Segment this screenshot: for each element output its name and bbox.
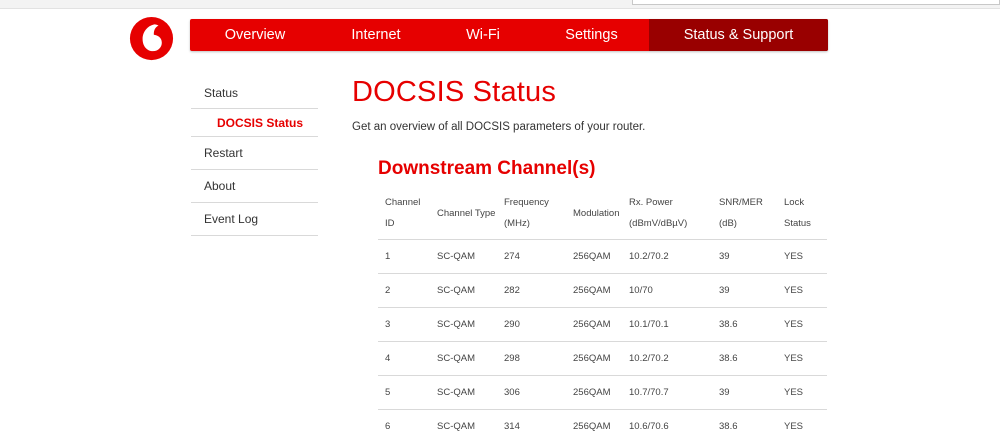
header-frequency: Frequency (MHz) — [504, 192, 549, 234]
cell-snr-mer: 38.6 — [719, 353, 738, 364]
cell-rx-power: 10.1/70.1 — [629, 319, 669, 330]
cell-channel-type: SC-QAM — [437, 421, 475, 432]
header-rx-power: Rx. Power (dBmV/dBµV) — [629, 192, 687, 234]
cell-rx-power: 10.7/70.7 — [629, 387, 669, 398]
sidebar-item-event-log[interactable]: Event Log — [191, 203, 318, 236]
header-line: SNR/MER — [719, 197, 763, 208]
browser-top-strip — [0, 0, 1000, 9]
cell-channel-type: SC-QAM — [437, 353, 475, 364]
table-row: 2 SC-QAM 282 256QAM 10/70 39 YES — [378, 274, 827, 308]
cell-modulation: 256QAM — [573, 285, 611, 296]
cell-channel-id: 3 — [385, 319, 391, 330]
sidebar-item-docsis-status[interactable]: DOCSIS Status — [191, 109, 318, 137]
cell-lock-status: YES — [784, 319, 804, 330]
vodafone-speechmark-icon[interactable] — [129, 16, 174, 61]
header-line: (dB) — [719, 218, 737, 229]
table-row: 4 SC-QAM 298 256QAM 10.2/70.2 38.6 YES — [378, 342, 827, 376]
sidebar-item-restart[interactable]: Restart — [191, 137, 318, 170]
table-row: 5 SC-QAM 306 256QAM 10.7/70.7 39 YES — [378, 376, 827, 410]
header-line: Modulation — [573, 208, 620, 219]
cell-frequency: 314 — [504, 421, 520, 432]
cell-modulation: 256QAM — [573, 319, 611, 330]
cell-channel-type: SC-QAM — [437, 387, 475, 398]
cell-modulation: 256QAM — [573, 387, 611, 398]
header-snr-mer: SNR/MER (dB) — [719, 192, 763, 234]
nav-settings[interactable]: Settings — [534, 19, 649, 51]
header-line: Lock — [784, 197, 805, 208]
cell-channel-id: 6 — [385, 421, 391, 432]
main-nav: Overview Internet Wi-Fi Settings Status … — [190, 19, 828, 51]
cell-frequency: 290 — [504, 319, 520, 330]
cell-frequency: 282 — [504, 285, 520, 296]
cell-frequency: 306 — [504, 387, 520, 398]
page-title: DOCSIS Status — [352, 76, 557, 108]
cell-lock-status: YES — [784, 353, 804, 364]
cell-rx-power: 10.2/70.2 — [629, 353, 669, 364]
table-row: 6 SC-QAM 314 256QAM 10.6/70.6 38.6 YES — [378, 410, 827, 436]
cell-snr-mer: 39 — [719, 251, 730, 262]
cell-channel-id: 5 — [385, 387, 391, 398]
sidebar-item-status[interactable]: Status — [191, 77, 318, 109]
cell-channel-type: SC-QAM — [437, 285, 475, 296]
downstream-table: Channel ID Channel Type Frequency (MHz) … — [378, 190, 827, 436]
cell-channel-id: 1 — [385, 251, 391, 262]
cell-snr-mer: 39 — [719, 387, 730, 398]
cell-channel-id: 4 — [385, 353, 391, 364]
header-line: Channel Type — [437, 208, 496, 219]
cell-lock-status: YES — [784, 251, 804, 262]
cell-lock-status: YES — [784, 421, 804, 432]
cell-rx-power: 10.6/70.6 — [629, 421, 669, 432]
header-line: Channel — [385, 197, 421, 208]
header-lock-status: Lock Status — [784, 192, 811, 234]
table-row: 3 SC-QAM 290 256QAM 10.1/70.1 38.6 YES — [378, 308, 827, 342]
header-line: Frequency — [504, 197, 549, 208]
cell-rx-power: 10.2/70.2 — [629, 251, 669, 262]
cell-channel-id: 2 — [385, 285, 391, 296]
nav-status-support[interactable]: Status & Support — [649, 19, 828, 51]
cell-modulation: 256QAM — [573, 353, 611, 364]
header-channel-type: Channel Type — [437, 203, 495, 224]
cell-lock-status: YES — [784, 285, 804, 296]
cell-modulation: 256QAM — [573, 251, 611, 262]
nav-wifi[interactable]: Wi-Fi — [432, 19, 534, 51]
cell-channel-type: SC-QAM — [437, 319, 475, 330]
cell-rx-power: 10/70 — [629, 285, 653, 296]
cell-modulation: 256QAM — [573, 421, 611, 432]
header-modulation: Modulation — [573, 203, 619, 224]
browser-search-box[interactable] — [632, 0, 1000, 5]
cell-lock-status: YES — [784, 387, 804, 398]
header-line: Status — [784, 218, 811, 229]
header-line: (dBmV/dBµV) — [629, 218, 688, 229]
cell-frequency: 274 — [504, 251, 520, 262]
sidebar: Status DOCSIS Status Restart About Event… — [191, 77, 318, 236]
downstream-section-title: Downstream Channel(s) — [378, 158, 596, 179]
cell-snr-mer: 38.6 — [719, 421, 738, 432]
table-header: Channel ID Channel Type Frequency (MHz) … — [378, 190, 827, 240]
nav-overview[interactable]: Overview — [190, 19, 320, 51]
cell-snr-mer: 39 — [719, 285, 730, 296]
header-line: Rx. Power — [629, 197, 673, 208]
header-line: (MHz) — [504, 218, 530, 229]
nav-internet[interactable]: Internet — [320, 19, 432, 51]
header-line: ID — [385, 218, 395, 229]
cell-frequency: 298 — [504, 353, 520, 364]
header-channel-id: Channel ID — [385, 192, 420, 234]
table-row: 1 SC-QAM 274 256QAM 10.2/70.2 39 YES — [378, 240, 827, 274]
page-description: Get an overview of all DOCSIS parameters… — [352, 121, 646, 133]
sidebar-item-about[interactable]: About — [191, 170, 318, 203]
cell-channel-type: SC-QAM — [437, 251, 475, 262]
cell-snr-mer: 38.6 — [719, 319, 738, 330]
